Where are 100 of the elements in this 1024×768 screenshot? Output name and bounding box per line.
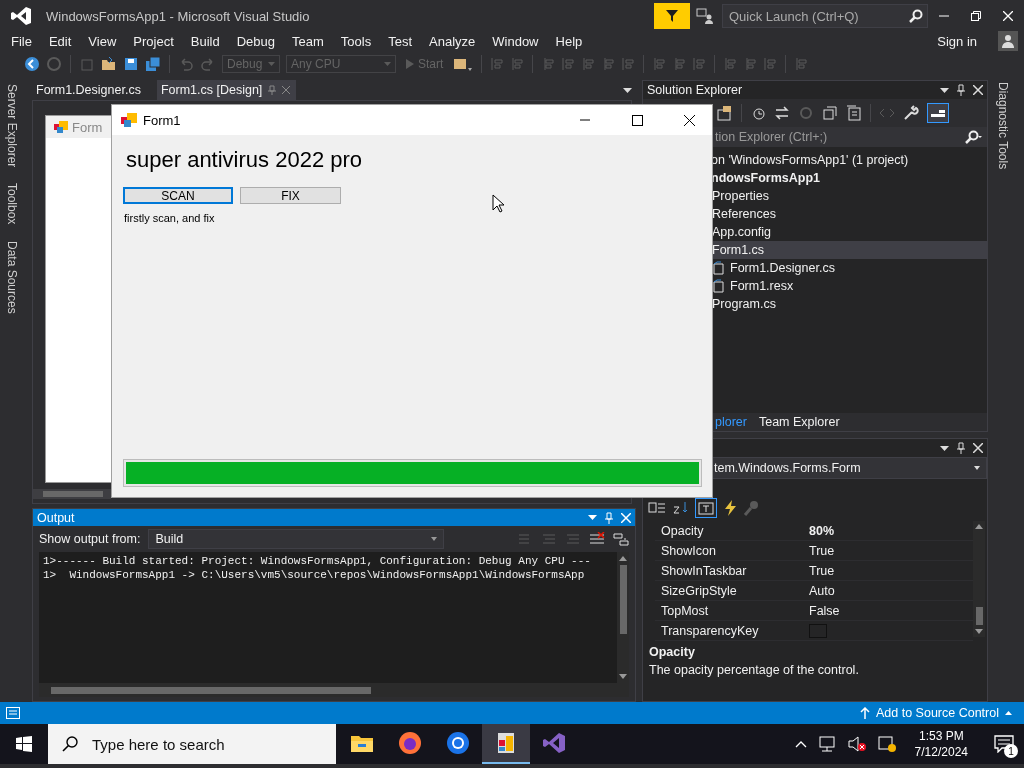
save-all-icon[interactable] bbox=[145, 56, 161, 72]
history-icon[interactable] bbox=[750, 105, 766, 121]
notification-center-button[interactable]: 1 bbox=[992, 732, 1016, 756]
notification-button[interactable] bbox=[654, 3, 690, 29]
funnel-icon bbox=[665, 9, 679, 23]
side-tab[interactable]: Toolbox bbox=[5, 181, 19, 227]
menu-item[interactable]: File bbox=[3, 32, 41, 50]
object-dropdown[interactable]: tem.Windows.Forms.Form bbox=[711, 457, 987, 479]
menu-item[interactable]: Team bbox=[284, 32, 333, 50]
save-icon[interactable] bbox=[123, 56, 139, 72]
tree-item[interactable]: References bbox=[711, 205, 987, 223]
property-value[interactable]: False bbox=[809, 603, 840, 618]
dropdown-icon[interactable] bbox=[623, 87, 632, 93]
menu-item[interactable]: Build bbox=[182, 32, 229, 50]
mouse-pointer-icon bbox=[492, 194, 505, 213]
network-icon[interactable] bbox=[816, 735, 837, 753]
menu-item[interactable]: Debug bbox=[228, 32, 284, 50]
document-tab[interactable]: Form1.cs [Design] bbox=[156, 80, 297, 100]
properties-toggle[interactable] bbox=[695, 498, 717, 518]
clock[interactable]: 1:53 PM 7/12/2024 bbox=[914, 728, 968, 760]
form-preview-title: Form bbox=[72, 119, 103, 135]
tree-item[interactable]: Form1.Designer.cs bbox=[711, 259, 987, 277]
tree-item[interactable]: Program.cs bbox=[711, 295, 987, 313]
horizontal-scrollbar[interactable] bbox=[33, 489, 111, 499]
wrench-icon[interactable] bbox=[903, 105, 919, 121]
form-button[interactable]: SCAN bbox=[123, 187, 233, 204]
close-icon[interactable] bbox=[973, 85, 983, 95]
pin-icon[interactable] bbox=[957, 442, 965, 454]
menu-item[interactable]: View bbox=[80, 32, 126, 50]
property-name: ShowInTaskbar bbox=[660, 563, 748, 578]
vertical-scrollbar[interactable] bbox=[973, 521, 985, 637]
taskbar-app-button[interactable] bbox=[482, 724, 530, 764]
property-value[interactable]: True bbox=[809, 543, 835, 558]
tree-item[interactable]: App.config bbox=[711, 223, 987, 241]
menu-item[interactable]: Analyze bbox=[421, 32, 485, 50]
maximize-icon bbox=[631, 114, 643, 126]
tree-item[interactable]: Form1.cs bbox=[711, 241, 987, 259]
side-tab[interactable]: Server Explorer bbox=[5, 82, 19, 170]
side-tab[interactable]: Diagnostic Tools bbox=[996, 80, 1010, 172]
dropdown-icon[interactable] bbox=[940, 445, 949, 451]
output-window-icon[interactable] bbox=[6, 707, 20, 719]
back-icon[interactable] bbox=[24, 56, 40, 72]
toolbox-icon[interactable] bbox=[453, 56, 474, 72]
collapse-all-icon[interactable] bbox=[822, 105, 838, 121]
menu-item[interactable]: Help bbox=[547, 32, 592, 50]
panel-tab[interactable]: plorer bbox=[709, 413, 753, 431]
property-value[interactable]: Auto bbox=[809, 583, 835, 598]
search-field[interactable]: tion Explorer (Ctrl+;) bbox=[713, 129, 965, 145]
file-icon bbox=[712, 261, 726, 275]
clock-time: 1:53 PM bbox=[918, 728, 964, 744]
sync-icon[interactable] bbox=[774, 105, 790, 121]
menu-item[interactable]: Window bbox=[484, 32, 548, 50]
search-icon[interactable] bbox=[965, 130, 983, 144]
search-field[interactable]: tion Explorer (Ctrl+;) bbox=[711, 127, 987, 147]
notification-icon bbox=[994, 735, 1014, 753]
caret-up-icon bbox=[1005, 711, 1012, 715]
property-name: TransparencyKey bbox=[660, 623, 760, 638]
dropdown-icon[interactable] bbox=[940, 87, 949, 93]
panel-tab[interactable]: Team Explorer bbox=[752, 413, 846, 431]
menu-item[interactable]: Test bbox=[380, 32, 421, 50]
word-wrap-icon[interactable] bbox=[613, 532, 629, 546]
menu-item[interactable]: Project bbox=[125, 32, 183, 50]
output-source-dropdown[interactable]: Build bbox=[148, 529, 445, 549]
caret-icon bbox=[384, 62, 391, 66]
pin-icon bbox=[268, 85, 277, 95]
account-button[interactable] bbox=[998, 31, 1018, 51]
quick-launch-field[interactable]: Quick Launch (Ctrl+Q) bbox=[722, 4, 928, 28]
clear-all-icon[interactable] bbox=[589, 532, 605, 546]
tree-item[interactable]: Form1.resx bbox=[711, 277, 987, 295]
close-icon[interactable] bbox=[973, 443, 983, 453]
document-tab[interactable]: Form1.Designer.cs bbox=[32, 80, 147, 100]
vertical-scrollbar[interactable] bbox=[617, 552, 629, 683]
preview-toggle[interactable] bbox=[927, 103, 949, 123]
caret-up-icon[interactable] bbox=[794, 740, 807, 748]
up-arrow-icon bbox=[860, 707, 870, 719]
side-tab[interactable]: Data Sources bbox=[5, 238, 19, 316]
menu-item[interactable]: Edit bbox=[40, 32, 81, 50]
show-all-files-icon[interactable] bbox=[846, 105, 862, 121]
property-value[interactable]: True bbox=[809, 563, 835, 578]
ide-logo-icon bbox=[10, 5, 32, 27]
taskbar-search-field[interactable]: Type here to search bbox=[48, 724, 336, 764]
property-name: SizeGripStyle bbox=[660, 583, 738, 598]
app-heading: super antivirus 2022 pro bbox=[126, 147, 364, 173]
horizontal-scrollbar[interactable] bbox=[39, 683, 629, 697]
pin-icon[interactable] bbox=[957, 84, 965, 96]
tree-item[interactable]: ndowsFormsApp1 bbox=[711, 169, 987, 187]
search-icon[interactable] bbox=[909, 9, 923, 23]
sign-in-link[interactable]: Sign in bbox=[929, 32, 986, 50]
notification-count: 1 bbox=[1004, 744, 1018, 758]
form-button[interactable]: FIX bbox=[240, 187, 341, 204]
source-control-button[interactable]: Add to Source Control bbox=[860, 706, 1012, 720]
scrollbar-thumb[interactable] bbox=[975, 607, 983, 625]
quick-launch-field[interactable]: Quick Launch (Ctrl+Q) bbox=[727, 7, 909, 25]
muted-speaker-icon[interactable] bbox=[846, 735, 867, 753]
tree-item[interactable]: Properties bbox=[711, 187, 987, 205]
menu-item[interactable]: Tools bbox=[332, 32, 381, 50]
search-input[interactable]: Type here to search bbox=[90, 734, 324, 754]
open-folder-icon[interactable] bbox=[101, 56, 117, 72]
property-value[interactable]: 80% bbox=[809, 523, 835, 538]
feedback-icon[interactable] bbox=[696, 8, 714, 24]
